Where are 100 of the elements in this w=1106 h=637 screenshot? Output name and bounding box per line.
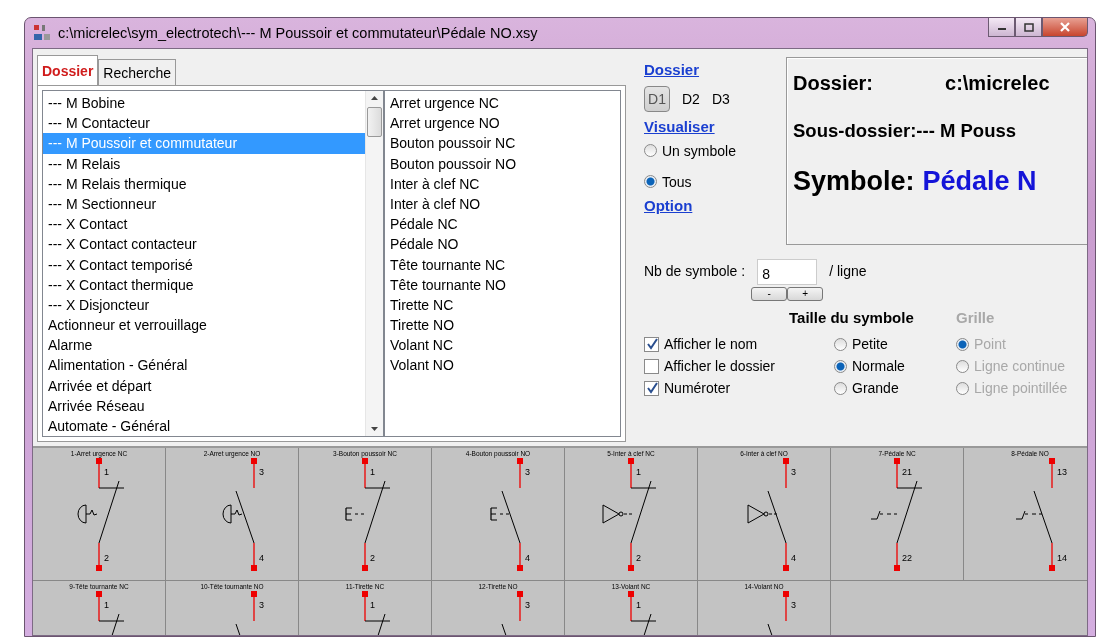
file-item[interactable]: Inter à clef NO	[385, 193, 620, 215]
file-item[interactable]: Bouton poussoir NC	[385, 133, 620, 154]
file-item[interactable]: Inter à clef NC	[385, 173, 620, 194]
key-actuator-icon	[602, 504, 633, 524]
mushroom-actuator-icon	[77, 504, 98, 524]
folder-item[interactable]: Automate - Général	[43, 416, 365, 437]
close-button[interactable]	[1042, 18, 1088, 37]
folder-item[interactable]: Actionneur et verrouillage	[43, 315, 365, 336]
pin-number: 3	[525, 600, 530, 610]
file-item[interactable]: Tête tournante NC	[385, 254, 620, 275]
nc-contact-drawing	[628, 591, 657, 635]
radio-label: Ligne continue	[974, 358, 1066, 374]
pin-number: 1	[370, 467, 375, 477]
pedal-actuator-icon	[1015, 510, 1043, 520]
file-item[interactable]: Volant NO	[385, 355, 620, 376]
size-radio[interactable]: Normale	[834, 355, 956, 377]
pin-number: 13	[1057, 467, 1067, 477]
radio-label: Grande	[852, 380, 899, 396]
per-line-label: / ligne	[829, 263, 867, 279]
pin-number: 3	[791, 600, 796, 610]
maximize-icon	[1023, 22, 1034, 32]
file-item[interactable]: Bouton poussoir NO	[385, 153, 620, 174]
visualiser-link[interactable]: Visualiser	[644, 118, 715, 135]
app-icon	[32, 23, 52, 43]
radio-label: Ligne pointillée	[974, 380, 1068, 396]
radio-label: Normale	[852, 358, 905, 374]
option-checkbox[interactable]: Afficher le dossier	[644, 355, 834, 377]
file-item[interactable]: Arret urgence NC	[385, 93, 620, 114]
info-value: Pédale N	[922, 166, 1037, 197]
folder-button[interactable]: D2	[682, 91, 700, 107]
push-actuator-icon	[490, 507, 510, 521]
info-value: --- M Pouss	[916, 120, 1017, 143]
folder-item[interactable]: --- M Relais thermique	[43, 173, 365, 194]
option-link[interactable]: Option	[644, 197, 693, 214]
size-radio[interactable]: Petite	[834, 333, 956, 355]
checkbox-label: Afficher le dossier	[664, 358, 775, 374]
size-radio[interactable]: Grande	[834, 377, 956, 399]
folder-item[interactable]: --- X Contact thermique	[43, 274, 365, 295]
pin-number: 4	[259, 553, 264, 563]
folder-item[interactable]: Alimentation - Général	[43, 355, 365, 376]
option-checkbox[interactable]: Afficher le nom	[644, 333, 834, 355]
tab[interactable]: Recherche	[98, 59, 177, 85]
count-label: Nb de symbole :	[644, 263, 746, 279]
folder-button[interactable]: D3	[711, 91, 730, 107]
file-item[interactable]: Arret urgence NO	[385, 113, 620, 134]
folder-item[interactable]: Alarme	[43, 335, 365, 356]
pin-number: 4	[525, 553, 530, 563]
file-item[interactable]: Tirette NO	[385, 315, 620, 336]
pin-number: 21	[902, 467, 912, 477]
pin-number: 3	[259, 467, 264, 477]
option-checkbox[interactable]: Numéroter	[644, 377, 834, 399]
scroll-thumb[interactable]	[367, 107, 382, 137]
folder-item[interactable]: --- M Bobine	[43, 93, 365, 114]
folder-item[interactable]: --- X Contact temporisé	[43, 254, 365, 275]
nc-contact-drawing	[362, 591, 391, 635]
folder-item[interactable]: --- M Contacteur	[43, 113, 365, 134]
minimize-button[interactable]	[988, 18, 1015, 37]
view-radio[interactable]: Un symbole	[644, 135, 768, 166]
nc-contact-drawing	[96, 591, 125, 635]
folder-button[interactable]: D1	[644, 86, 670, 112]
info-label: Symbole:	[793, 166, 915, 197]
file-item[interactable]: Tirette NC	[385, 294, 620, 316]
radio-label: Tous	[662, 173, 692, 190]
plus-button[interactable]: +	[787, 287, 824, 301]
pin-number: 1	[104, 467, 109, 477]
push-actuator-icon	[345, 507, 365, 521]
minus-button[interactable]: -	[751, 287, 788, 301]
grid-heading: Grille	[956, 309, 996, 328]
scrollbar[interactable]	[365, 91, 383, 437]
pin-number: 2	[104, 553, 109, 563]
folder-item[interactable]: --- X Contact contacteur	[43, 234, 365, 255]
checkbox-label: Numéroter	[664, 380, 731, 396]
tab[interactable]: Dossier	[37, 55, 99, 85]
no-contact-drawing	[767, 591, 789, 635]
pin-number: 3	[525, 467, 530, 477]
info-label: Dossier:	[793, 72, 874, 96]
maximize-button[interactable]	[1015, 18, 1042, 37]
key-actuator-icon	[747, 504, 778, 524]
pedal-actuator-icon	[870, 510, 898, 520]
pin-number: 3	[259, 600, 264, 610]
pin-number: 22	[902, 553, 912, 563]
pin-number: 1	[636, 600, 641, 610]
folder-item[interactable]: --- X Contact	[43, 214, 365, 235]
mushroom-actuator-icon	[222, 504, 243, 524]
folder-item[interactable]: --- M Sectionneur	[43, 193, 365, 215]
file-item[interactable]: Tête tournante NO	[385, 274, 620, 295]
view-radio[interactable]: Tous	[644, 166, 768, 197]
dossier-link[interactable]: Dossier	[644, 61, 700, 78]
count-field[interactable]: 8	[757, 259, 818, 285]
file-item[interactable]: Volant NC	[385, 335, 620, 356]
folder-item[interactable]: --- X Disjoncteur	[43, 294, 365, 316]
folder-item[interactable]: --- M Relais	[43, 153, 365, 174]
file-item[interactable]: Pédale NO	[385, 234, 620, 255]
folder-item[interactable]: Arrivée et départ	[43, 375, 365, 396]
pin-number: 1	[104, 600, 109, 610]
pin-number: 1	[370, 600, 375, 610]
folder-item[interactable]: Arrivée Réseau	[43, 395, 365, 416]
no-contact-drawing	[235, 591, 257, 635]
window-title: c:\micrelec\sym_electrotech\--- M Poussoir et commutateur\Pédale NO.xsy	[58, 25, 538, 41]
file-item[interactable]: Pédale NC	[385, 214, 620, 235]
